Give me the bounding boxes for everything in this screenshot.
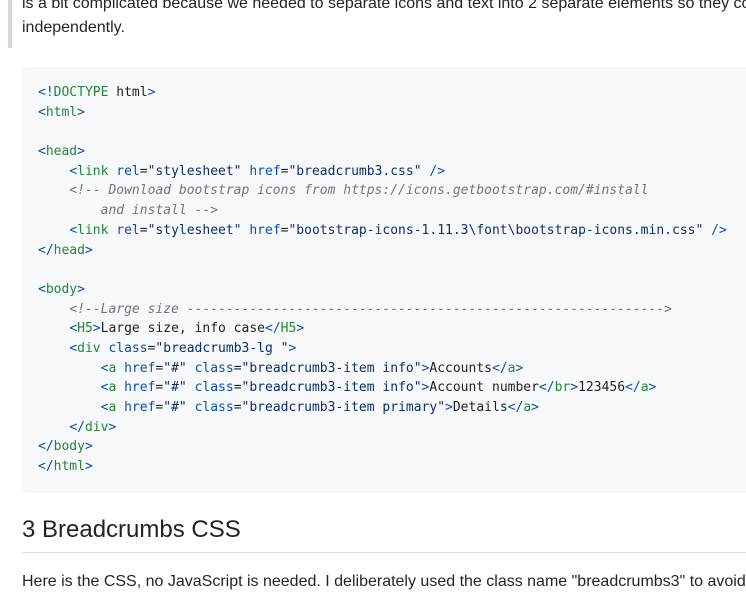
code-line: <a href="#" class="breadcrumb3-item info…	[100, 380, 657, 396]
code-line: <link rel="stylesheet" href="bootstrap-i…	[69, 222, 727, 238]
section-intro-text: Here is the CSS, no JavaScript is needed…	[22, 573, 746, 590]
intro-paragraph: is a bit complicated because we needed t…	[12, 0, 746, 40]
code-line: </div>	[69, 419, 117, 435]
code-line: <div class="breadcrumb3-lg ">	[69, 340, 297, 356]
code-line: <!DOCTYPE html>	[38, 85, 156, 100]
intro-line-1: is a bit complicated because we needed t…	[22, 0, 746, 12]
code-line: <!--Large size -------------------------…	[38, 301, 672, 317]
code-line: <html>	[38, 104, 85, 120]
code-line: <!-- Download bootstrap icons from https…	[38, 183, 649, 199]
intro-line-2: independently.	[22, 19, 125, 36]
code-line: <head>	[38, 144, 85, 160]
code-line: <body>	[38, 281, 85, 297]
code-line: <H5>Large size, info case</H5>	[69, 321, 305, 337]
code-line: <a href="#" class="breadcrumb3-item info…	[100, 360, 524, 376]
code-line: </body>	[38, 439, 93, 455]
code-line: </head>	[38, 242, 93, 258]
blockquote: is a bit complicated because we needed t…	[8, 0, 746, 48]
code-line: and install -->	[38, 203, 219, 219]
section-heading: 3 Breadcrumbs CSS	[22, 512, 746, 553]
code-block[interactable]: <!DOCTYPE html> <html> <head> <link rel="…	[22, 67, 746, 493]
code-line: <a href="#" class="breadcrumb3-item prim…	[100, 400, 539, 415]
code-line: <link rel="stylesheet" href="breadcrumb3…	[69, 163, 446, 179]
code-line: </html>	[38, 459, 93, 475]
